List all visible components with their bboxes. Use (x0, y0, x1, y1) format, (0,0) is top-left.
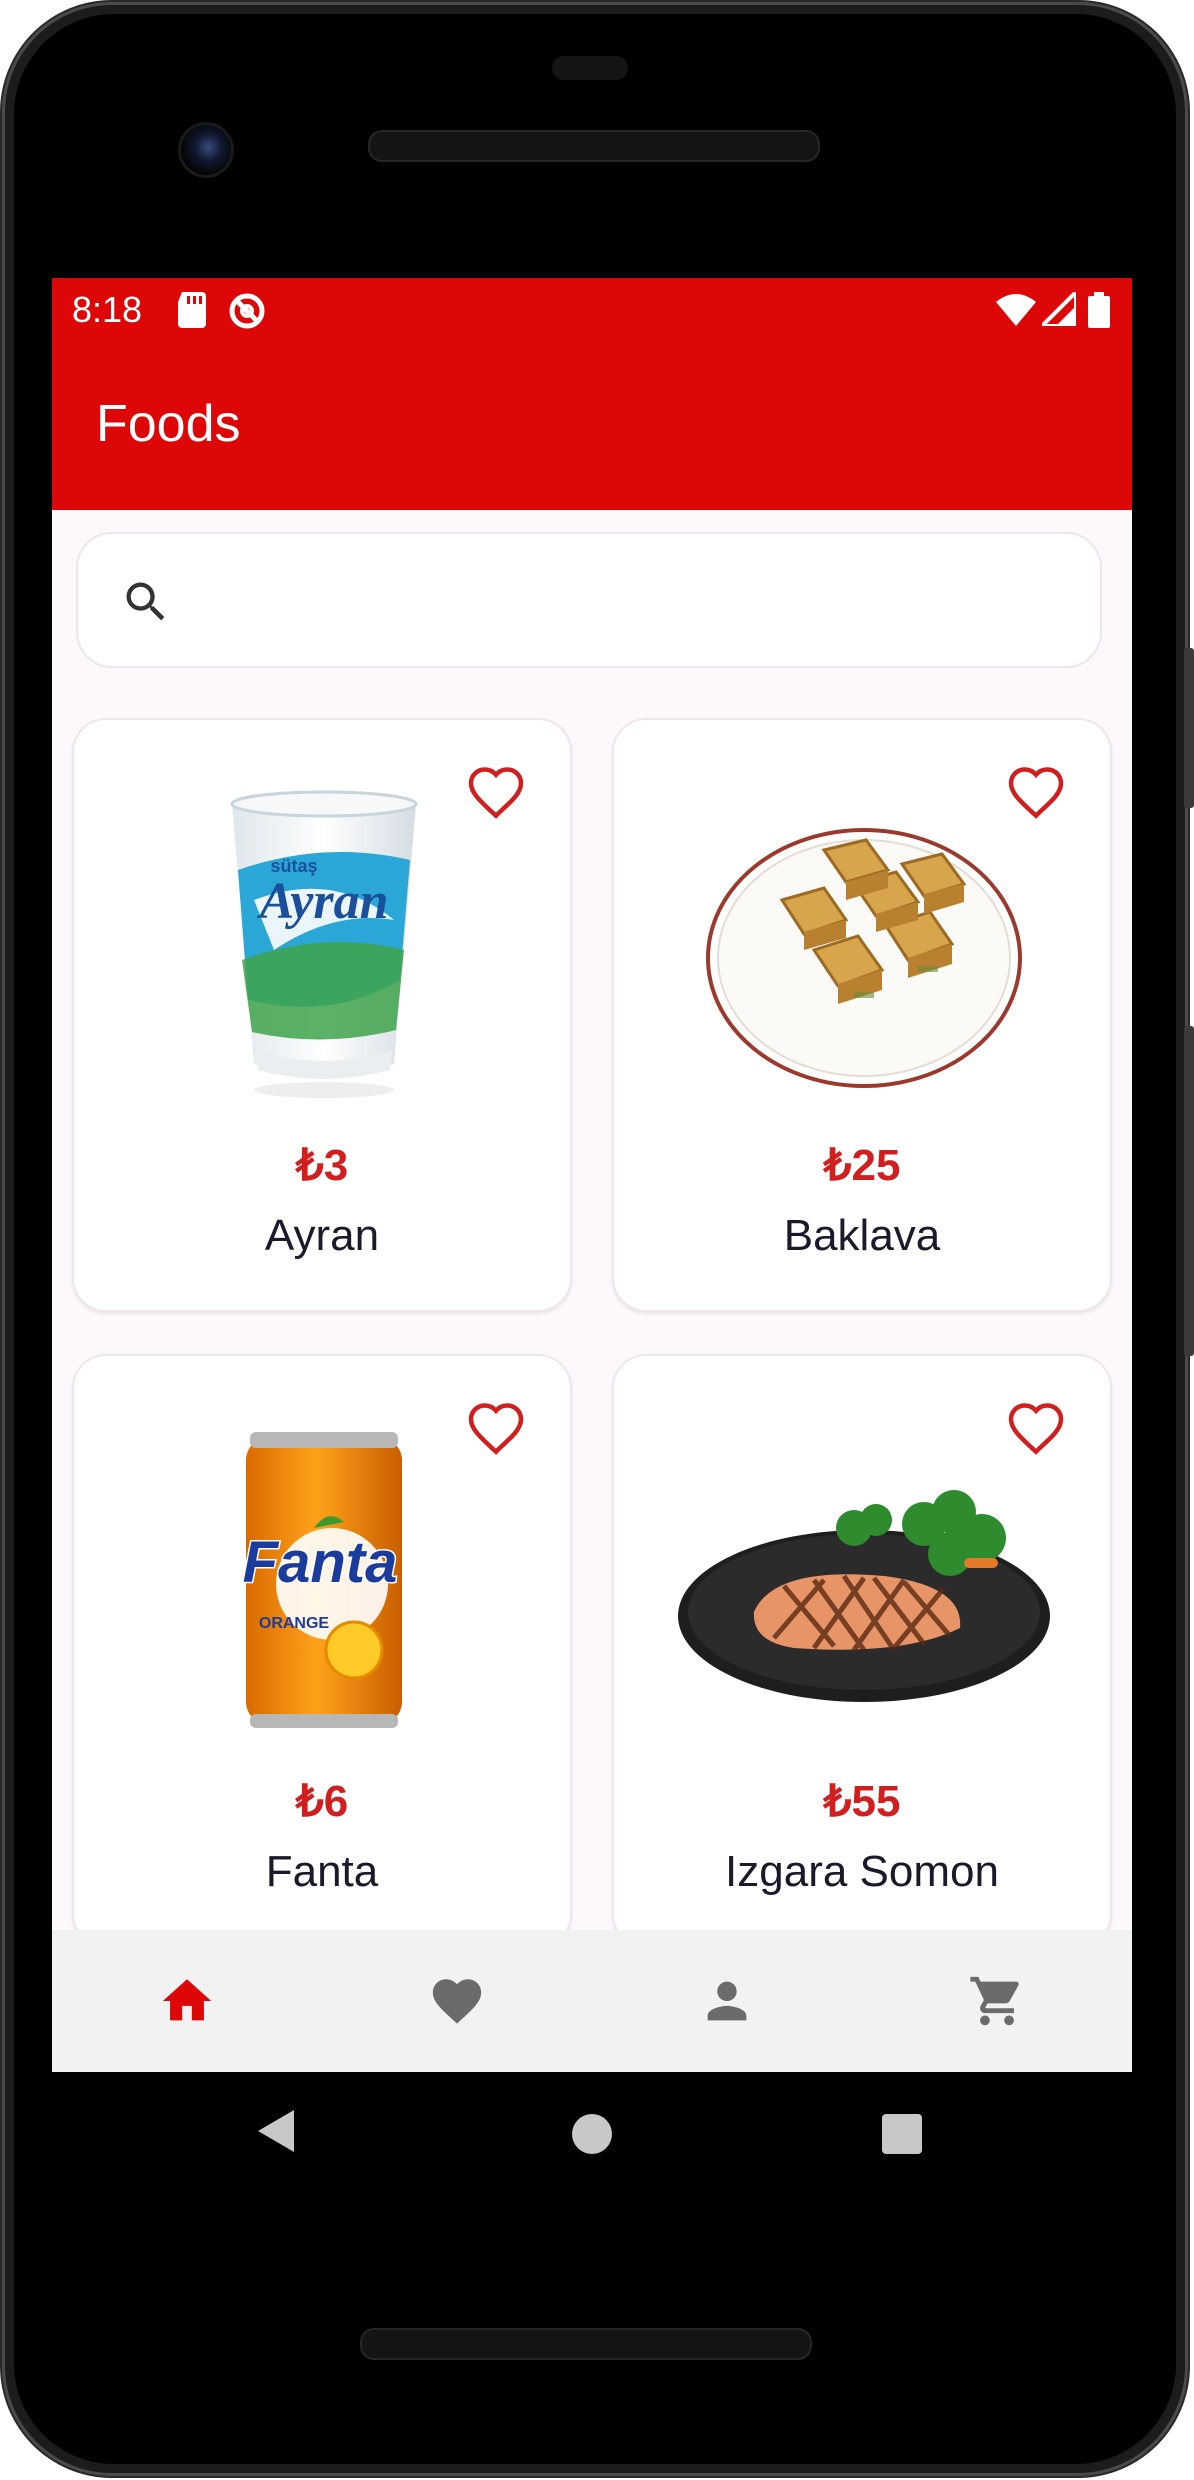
cart-icon (970, 1976, 1019, 2026)
nav-cart[interactable] (862, 1930, 1132, 2072)
nav-profile[interactable] (592, 1930, 862, 2072)
food-grid: Ayran sütaş ₺3 Ayran ₺25 Baklava Fanta O… (52, 278, 1132, 1948)
food-price: ₺25 (823, 1141, 901, 1190)
food-name: Fanta (265, 1847, 379, 1896)
food-card[interactable]: Ayran sütaş ₺3 Ayran (72, 718, 572, 1312)
grilled-salmon-plate-image (678, 1490, 1050, 1702)
food-name: Ayran (264, 1211, 380, 1260)
volume-button (1184, 1026, 1194, 1356)
svg-text:Ayran: Ayran (256, 873, 388, 930)
power-button (1184, 648, 1194, 808)
bottom-navigation (52, 1930, 1132, 2072)
svg-text:sütaş: sütaş (270, 856, 317, 876)
food-name: Izgara Somon (725, 1847, 999, 1896)
fanta-can-image: Fanta ORANGE (241, 1432, 402, 1728)
system-home-button[interactable] (572, 2114, 612, 2154)
front-speaker-top (368, 130, 820, 162)
food-card[interactable]: ₺25 Baklava (612, 718, 1112, 1312)
person-icon (707, 1981, 747, 2021)
heart-icon (432, 1979, 482, 2024)
app-screen: 8:18 Foods Ayran sütaş ₺3 Ayran ₺25 Bakl… (52, 278, 1132, 2072)
food-price: ₺6 (295, 1777, 349, 1826)
earpiece-slot (552, 56, 628, 80)
system-back-button[interactable] (256, 2108, 296, 2154)
food-price: ₺55 (823, 1777, 901, 1826)
food-price: ₺3 (295, 1141, 349, 1190)
ayran-cup-image: Ayran sütaş (230, 790, 418, 1098)
baklava-plate-image (706, 828, 1022, 1088)
svg-text:ORANGE: ORANGE (259, 1615, 330, 1632)
front-camera (178, 122, 234, 178)
nav-home[interactable] (52, 1930, 322, 2072)
food-card[interactable]: Fanta ORANGE ₺6 Fanta (72, 1354, 572, 1948)
home-icon (162, 1979, 212, 2021)
system-recents-button[interactable] (882, 2114, 922, 2154)
nav-favorites[interactable] (322, 1930, 592, 2072)
svg-text:Fanta: Fanta (243, 1530, 398, 1595)
food-name: Baklava (783, 1211, 941, 1260)
front-speaker-bottom (360, 2328, 812, 2360)
food-card[interactable]: ₺55 Izgara Somon (612, 1354, 1112, 1948)
